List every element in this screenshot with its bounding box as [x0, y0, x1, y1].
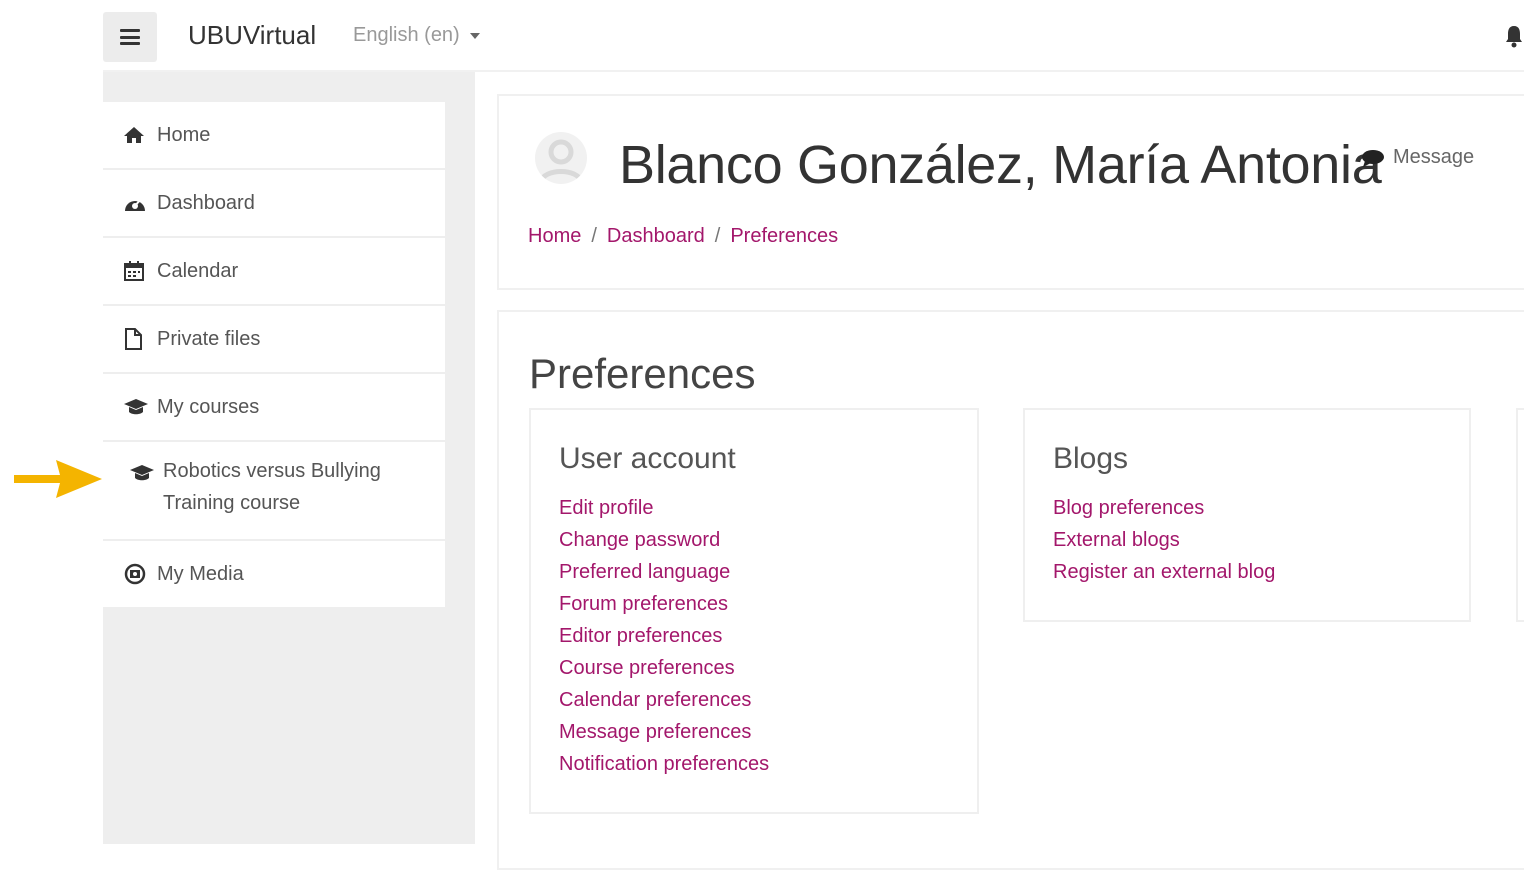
graduation-cap-icon	[123, 396, 149, 418]
breadcrumb-home[interactable]: Home	[528, 225, 581, 248]
breadcrumb: Home / Dashboard / Preferences	[528, 225, 838, 248]
home-icon	[123, 124, 149, 146]
file-icon	[123, 328, 149, 350]
nav-item-private-files[interactable]: Private files	[103, 306, 445, 374]
hamburger-icon	[120, 29, 140, 45]
link-external-blogs[interactable]: External blogs	[1053, 529, 1180, 551]
bell-icon[interactable]	[1504, 24, 1524, 48]
nav-item-label: Calendar	[157, 260, 239, 282]
breadcrumb-dashboard[interactable]: Dashboard	[607, 225, 705, 248]
blogs-heading: Blogs	[1053, 442, 1129, 475]
nav-item-label: My courses	[157, 396, 260, 418]
nav-item-dashboard[interactable]: Dashboard	[103, 170, 445, 238]
language-menu[interactable]: English (en)	[353, 24, 480, 47]
page-header: Blanco González, María Antonia Message H…	[497, 94, 1524, 290]
nav-item-my-courses[interactable]: My courses	[103, 374, 445, 442]
link-change-password[interactable]: Change password	[559, 529, 720, 551]
breadcrumb-separator: /	[591, 225, 597, 247]
comment-icon	[1362, 149, 1384, 167]
breadcrumb-preferences[interactable]: Preferences	[730, 225, 838, 248]
link-editor-preferences[interactable]: Editor preferences	[559, 625, 722, 647]
graduation-cap-icon	[129, 462, 155, 484]
nav-item-label: Home	[157, 124, 211, 146]
link-forum-preferences[interactable]: Forum preferences	[559, 593, 728, 615]
section-title: Preferences	[529, 350, 756, 397]
link-calendar-preferences[interactable]: Calendar preferences	[559, 689, 751, 711]
top-navbar: UBUVirtual English (en)	[103, 0, 1524, 72]
nav-drawer: Home Dashboard Calendar Private files My…	[103, 72, 475, 844]
main-content: Preferences User account Edit profile Ch…	[497, 310, 1524, 870]
message-button[interactable]: Message	[1361, 146, 1474, 169]
site-brand[interactable]: UBUVirtual	[188, 20, 316, 51]
blogs-links: Blog preferences External blogs Register…	[1053, 492, 1469, 588]
blogs-panel: Blogs Blog preferences External blogs Re…	[1023, 408, 1471, 622]
link-register-external-blog[interactable]: Register an external blog	[1053, 561, 1275, 583]
nav-list: Home Dashboard Calendar Private files My…	[103, 102, 445, 609]
nav-item-label: Private files	[157, 328, 261, 350]
calendar-icon	[123, 260, 149, 282]
user-account-heading: User account	[559, 442, 736, 475]
breadcrumb-separator: /	[714, 225, 721, 247]
avatar[interactable]	[535, 132, 587, 184]
link-blog-preferences[interactable]: Blog preferences	[1053, 497, 1204, 519]
link-preferred-language[interactable]: Preferred language	[559, 561, 730, 583]
link-edit-profile[interactable]: Edit profile	[559, 497, 654, 519]
nav-item-home[interactable]: Home	[103, 102, 445, 170]
nav-item-calendar[interactable]: Calendar	[103, 238, 445, 306]
user-account-links: Edit profile Change password Preferred l…	[559, 492, 977, 780]
dashboard-icon	[123, 192, 149, 214]
language-label: English (en)	[353, 24, 460, 46]
media-icon	[123, 563, 149, 585]
link-message-preferences[interactable]: Message preferences	[559, 721, 751, 743]
nav-item-my-media[interactable]: My Media	[103, 541, 445, 609]
link-course-preferences[interactable]: Course preferences	[559, 657, 735, 679]
pointer-arrow-icon	[14, 460, 102, 498]
user-account-panel: User account Edit profile Change passwor…	[529, 408, 979, 814]
nav-item-robotics-course[interactable]: Robotics versus Bullying Training course	[103, 442, 445, 541]
partial-panel	[1516, 408, 1524, 622]
caret-down-icon	[469, 32, 480, 39]
nav-item-label: My Media	[157, 563, 244, 585]
nav-item-label: Robotics versus Bullying Training course	[163, 460, 381, 514]
nav-item-label: Dashboard	[157, 192, 255, 214]
page-title: Blanco González, María Antonia	[619, 135, 1382, 195]
menu-toggle-button[interactable]	[103, 12, 157, 62]
link-notification-preferences[interactable]: Notification preferences	[559, 753, 769, 775]
message-label: Message	[1393, 146, 1475, 168]
